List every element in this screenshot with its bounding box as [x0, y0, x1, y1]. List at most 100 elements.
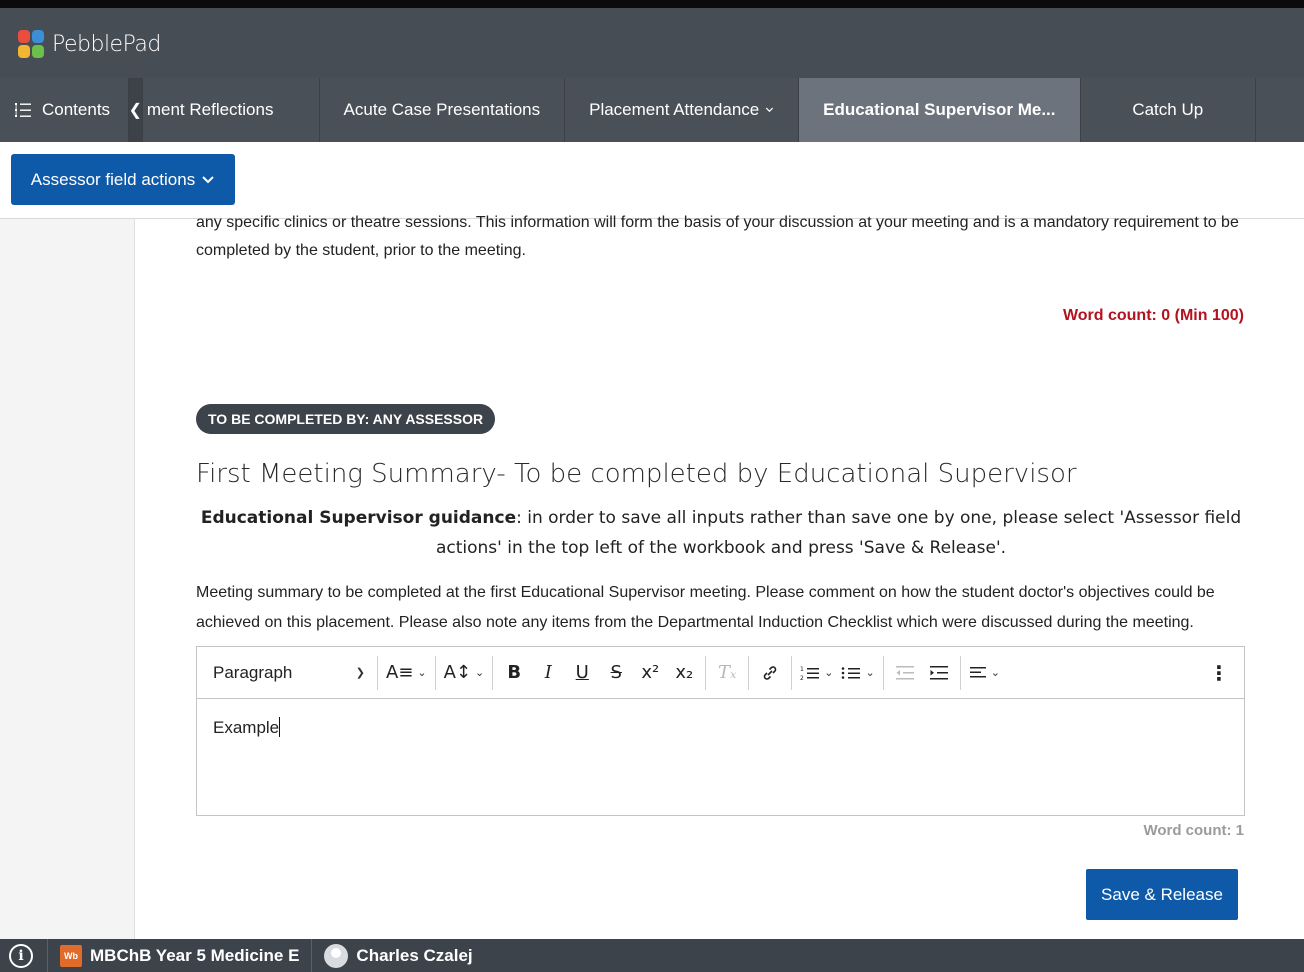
assessor-badge: TO BE COMPLETED BY: ANY ASSESSOR [196, 404, 496, 434]
chevron-down-icon [766, 107, 774, 113]
guidance-heading: Educational Supervisor guidance [200, 508, 517, 528]
chevron-down-icon: ⌄ [824, 666, 834, 679]
tab-placement-attendance[interactable]: Placement Attendance [565, 78, 800, 142]
strikethrough-icon: S [610, 662, 622, 683]
toolbar-divider [959, 655, 961, 690]
guidance-text: : in order to save all inputs rather tha… [435, 508, 1242, 558]
numbered-list-button[interactable]: 1 2 ⌄ [796, 655, 837, 691]
supervisor-guidance: Educational Supervisor guidance: in orde… [196, 503, 1246, 563]
chevron-left-icon: ❮ [128, 102, 143, 119]
assessor-actions-row: Assessor field actions [0, 142, 1304, 219]
superscript-icon: x² [641, 662, 660, 683]
subscript-icon: x₂ [675, 662, 694, 683]
avatar [324, 943, 349, 968]
insert-link-button[interactable] [753, 655, 787, 691]
top-app-bar: PebblePad [0, 0, 1304, 78]
intro-text: any specific clinics or theatre sessions… [196, 214, 1239, 259]
word-count: Word count: 1 [1143, 822, 1244, 839]
main-content: any specific clinics or theatre sessions… [196, 214, 1246, 920]
workbook-tab-bar: Contents ❮ ment Reflections Acute Case P… [0, 78, 1304, 142]
italic-icon: I [544, 662, 552, 683]
bold-icon: B [507, 662, 522, 683]
chevron-down-icon: ❯ [355, 667, 365, 679]
info-icon[interactable]: i [9, 943, 33, 968]
contents-button[interactable]: Contents [0, 78, 129, 142]
paragraph-style-select[interactable]: Paragraph ❯ [205, 655, 373, 691]
font-family-button[interactable]: A≡ ⌄ [382, 655, 431, 691]
section-title: First Meeting Summary- To be completed b… [196, 459, 1077, 489]
align-left-icon [969, 666, 986, 677]
outdent-button[interactable] [888, 655, 922, 691]
superscript-button[interactable]: x² [633, 655, 667, 691]
editor-content-area[interactable]: Example [197, 699, 1244, 815]
underline-button[interactable]: U [565, 655, 599, 691]
bulleted-list-button[interactable]: ⌄ [837, 655, 878, 691]
tab-catch-up[interactable]: Catch Up [1081, 78, 1256, 142]
italic-button[interactable]: I [531, 655, 565, 691]
save-and-release-button[interactable]: Save & Release [1086, 869, 1238, 920]
tab-acute-case-presentations[interactable]: Acute Case Presentations [320, 78, 566, 142]
assessor-field-actions-label: Assessor field actions [30, 169, 196, 189]
status-divider [311, 939, 313, 972]
tab-bar-filler [1256, 78, 1304, 142]
tab-label: ment Reflections [146, 100, 274, 119]
numbered-list-icon: 12 [800, 666, 820, 681]
left-gutter [0, 219, 135, 939]
text-cursor [279, 717, 281, 737]
assessor-field-actions-button[interactable]: Assessor field actions [11, 154, 235, 205]
pebblepad-logo-icon [18, 30, 44, 58]
chevron-down-icon: ⌄ [865, 666, 875, 679]
indent-icon [929, 665, 948, 679]
tab-educational-supervisor-meeting[interactable]: Educational Supervisor Me... [799, 78, 1081, 142]
tab-label: Educational Supervisor Me... [823, 100, 1056, 119]
tabs-scroll-left-button[interactable]: ❮ [129, 78, 143, 142]
workbook-icon: Wb [60, 944, 82, 967]
text-align-button[interactable]: ⌄ [965, 655, 1004, 691]
font-family-icon: A≡ [386, 662, 414, 683]
editor-toolbar: Paragraph ❯ A≡ ⌄ A↕ ⌄ B I U S x² x₂ Tₓ 1… [197, 647, 1244, 699]
toolbar-divider [377, 655, 378, 690]
chevron-down-icon: ⌄ [475, 666, 485, 679]
indent-button[interactable] [922, 655, 956, 691]
more-options-button[interactable]: ⋮ [1202, 655, 1236, 691]
tab-label: Catch Up [1132, 100, 1204, 119]
outdent-icon [895, 665, 914, 679]
contents-list-icon [15, 103, 31, 117]
contents-label: Contents [42, 100, 111, 119]
brand[interactable]: PebblePad [18, 30, 161, 58]
toolbar-divider [705, 655, 707, 690]
toolbar-divider [492, 655, 494, 690]
chevron-down-icon [202, 175, 214, 183]
more-vertical-icon: ⋮ [1209, 660, 1229, 685]
toolbar-divider [434, 655, 436, 690]
font-size-icon: A↕ [443, 662, 472, 683]
toolbar-divider [882, 655, 884, 690]
clear-formatting-icon: Tₓ [718, 662, 737, 683]
underline-icon: U [575, 662, 589, 683]
subscript-button[interactable]: x₂ [667, 655, 701, 691]
bold-button[interactable]: B [497, 655, 531, 691]
editor-text: Example [213, 718, 280, 737]
meeting-summary-description: Meeting summary to be completed at the f… [196, 584, 1215, 631]
link-icon [763, 665, 777, 680]
tab-label: Acute Case Presentations [343, 100, 541, 119]
font-size-button[interactable]: A↕ ⌄ [440, 655, 489, 691]
bottom-status-bar: i Wb MBChB Year 5 Medicine E Charles Cza… [0, 939, 1304, 972]
clear-formatting-button[interactable]: Tₓ [710, 655, 744, 691]
rich-text-editor: Paragraph ❯ A≡ ⌄ A↕ ⌄ B I U S x² x₂ Tₓ 1… [196, 646, 1245, 816]
tab-label: Placement Attendance [589, 100, 760, 119]
svg-text:2: 2 [800, 675, 804, 681]
svg-text:1: 1 [800, 666, 804, 673]
app-name: PebblePad [52, 31, 161, 57]
toolbar-divider [791, 655, 793, 690]
chevron-down-icon: ⌄ [990, 666, 1000, 679]
toolbar-divider [748, 655, 750, 690]
status-divider [47, 939, 48, 972]
word-count-warning: Word count: 0 (Min 100) [1062, 307, 1244, 324]
paragraph-style-value: Paragraph [213, 662, 293, 682]
chevron-down-icon: ⌄ [417, 666, 427, 679]
tab-reflections[interactable]: ment Reflections [143, 78, 320, 142]
strikethrough-button[interactable]: S [599, 655, 633, 691]
workbook-name[interactable]: MBChB Year 5 Medicine E [90, 946, 299, 966]
user-name[interactable]: Charles Czalej [356, 946, 472, 966]
